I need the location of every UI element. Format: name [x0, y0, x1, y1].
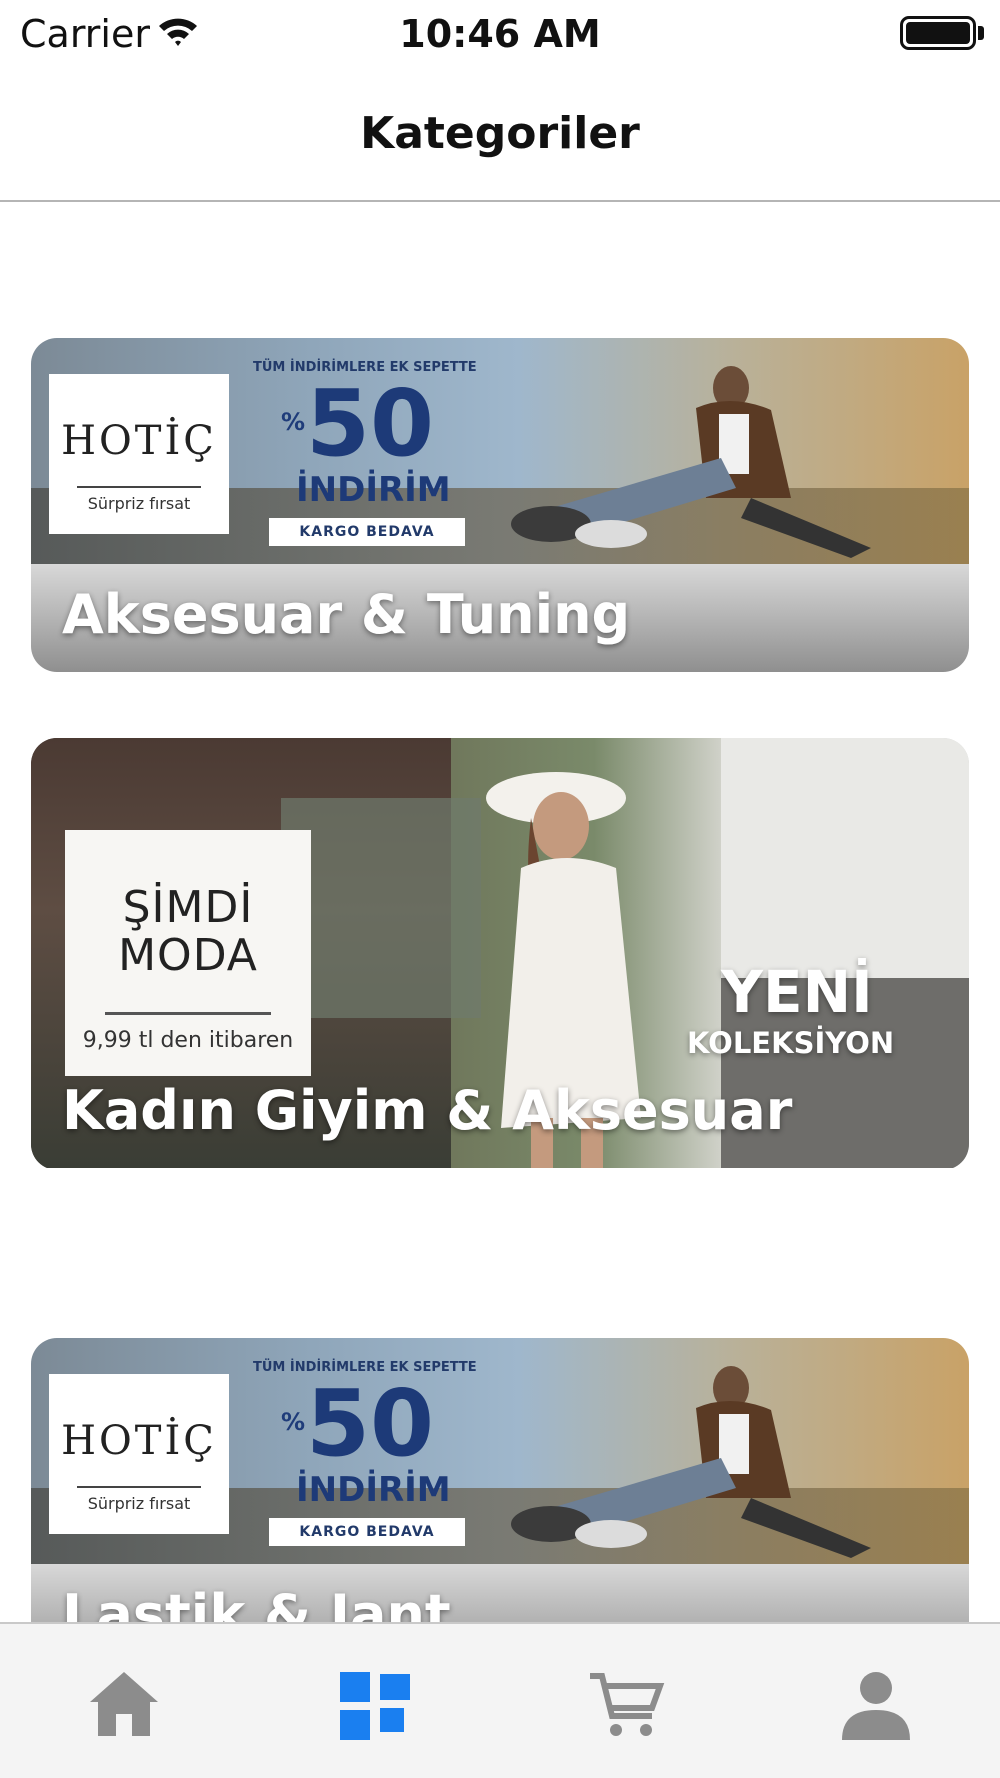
category-title: Lastik & Jant: [62, 1583, 451, 1622]
tab-profile[interactable]: [836, 1664, 916, 1744]
cart-icon: [590, 1673, 665, 1736]
promo-percent: 50: [306, 1370, 435, 1477]
category-list[interactable]: HOTİÇ Sürpriz fırsat TÜM İNDİRİMLERE EK …: [0, 202, 1000, 1622]
battery-cap: [978, 26, 984, 40]
brand-logo: HOTİÇ Sürpriz fırsat: [49, 374, 229, 534]
tab-cart[interactable]: [586, 1664, 666, 1744]
status-bar: Carrier 10:46 AM: [0, 0, 1000, 70]
category-card-aksesuar-tuning[interactable]: HOTİÇ Sürpriz fırsat TÜM İNDİRİMLERE EK …: [31, 338, 969, 672]
battery-icon: [900, 16, 976, 50]
promo-percent: 50: [306, 370, 435, 477]
new-label: YENİ: [721, 958, 873, 1026]
promo-banner-image: HOTİÇ Sürpriz fırsat TÜM İNDİRİMLERE EK …: [31, 1338, 969, 1564]
category-card-kadin-giyim[interactable]: ŞİMDİ MODA 9,99 tl den itibaren YENİ KOLE…: [31, 738, 969, 1170]
collection-label: KOLEKSİYON: [687, 1026, 895, 1060]
tab-home[interactable]: [84, 1664, 164, 1744]
page-title: Kategoriler: [360, 108, 640, 159]
model-photo: [511, 366, 871, 558]
categories-icon: [340, 1672, 410, 1740]
tab-bar: [0, 1622, 1000, 1778]
home-icon: [90, 1672, 158, 1736]
promo-shipping: KARGO BEDAVA: [269, 518, 465, 546]
navigation-bar: Kategoriler: [0, 70, 1000, 202]
category-card-lastik-jant[interactable]: HOTİÇ Sürpriz fırsat TÜM İNDİRİMLERE EK …: [31, 1338, 969, 1622]
tab-categories[interactable]: [336, 1664, 416, 1744]
category-title: Aksesuar & Tuning: [62, 583, 631, 646]
model-photo: [511, 1366, 871, 1558]
promo-discount: İNDİRİM: [296, 1470, 451, 1510]
profile-icon: [842, 1672, 910, 1740]
clock: 10:46 AM: [399, 12, 601, 56]
promo-discount: İNDİRİM: [296, 470, 451, 510]
category-title: Kadın Giyim & Aksesuar: [62, 1079, 793, 1142]
brand-logo: HOTİÇ Sürpriz fırsat: [49, 1374, 229, 1534]
promo-shipping: KARGO BEDAVA: [269, 1518, 465, 1546]
promo-banner-image: HOTİÇ Sürpriz fırsat TÜM İNDİRİMLERE EK …: [31, 338, 969, 564]
promo-box: ŞİMDİ MODA 9,99 tl den itibaren: [65, 830, 311, 1076]
